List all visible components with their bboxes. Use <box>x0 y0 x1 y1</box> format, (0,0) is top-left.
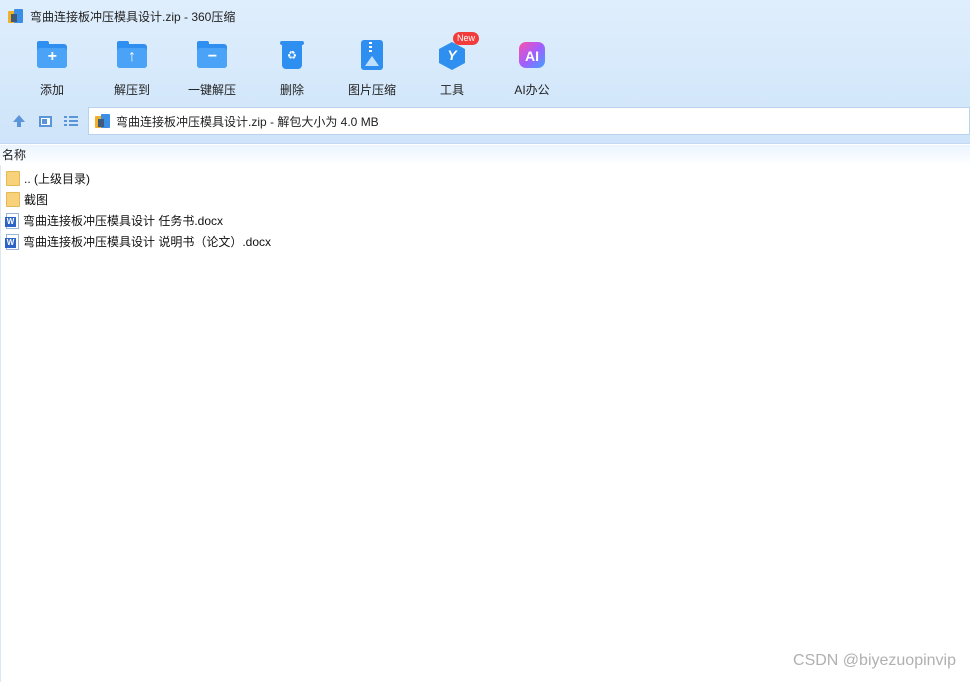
word-document-icon: W <box>5 233 19 250</box>
extract-to-button[interactable]: ↑ 解压到 <box>92 36 172 98</box>
item-name: .. (上级目录) <box>24 172 90 186</box>
list-item[interactable]: W 弯曲连接板冲压模具设计 任务书.docx <box>0 210 970 231</box>
one-click-extract-button[interactable]: − 一键解压 <box>172 36 252 98</box>
list-item[interactable]: W 弯曲连接板冲压模具设计 说明书（论文）.docx <box>0 231 970 252</box>
watermark: CSDN @biyezuopinvip <box>793 652 956 669</box>
delete-button-label: 删除 <box>279 83 304 97</box>
delete-button[interactable]: ♻ 删除 <box>252 36 332 98</box>
toolbar: + 添加 ↑ 解压到 − 一键解压 ♻ 删除 图片压缩 Y New 工具 AI … <box>12 32 572 98</box>
item-name: 截图 <box>24 193 49 207</box>
folder-icon <box>6 192 20 207</box>
column-header-name[interactable]: 名称 <box>0 145 970 165</box>
recycle-bin-icon: ♻ <box>275 38 309 71</box>
extract-to-button-label: 解压到 <box>113 83 150 97</box>
item-name: 弯曲连接板冲压模具设计 说明书（论文）.docx <box>23 235 272 249</box>
folder-icon <box>6 171 20 186</box>
ai-office-button[interactable]: AI AI办公 <box>492 36 572 98</box>
tools-button-label: 工具 <box>439 83 464 97</box>
one-click-extract-icon: − <box>195 38 229 71</box>
image-compress-button-label: 图片压缩 <box>347 83 396 97</box>
one-click-extract-button-label: 一键解压 <box>187 83 236 97</box>
tools-icon: Y New <box>435 32 480 71</box>
add-button-label: 添加 <box>39 83 64 97</box>
up-arrow-icon <box>13 114 25 127</box>
new-badge: New <box>453 32 480 45</box>
window-title: 弯曲连接板冲压模具设计.zip - 360压缩 <box>30 9 236 24</box>
list-item[interactable]: 截图 <box>0 189 970 210</box>
list-view-button[interactable] <box>58 108 84 134</box>
word-document-icon: W <box>5 212 19 229</box>
list-view-icon <box>64 115 78 127</box>
list-item[interactable]: .. (上级目录) <box>0 168 970 189</box>
image-compress-icon <box>355 38 389 71</box>
zip-archive-icon <box>95 113 111 129</box>
file-list: .. (上级目录) 截图 W 弯曲连接板冲压模具设计 任务书.docx W 弯曲… <box>0 168 970 252</box>
extract-to-icon: ↑ <box>115 38 149 71</box>
thumbnail-view-icon <box>38 115 52 127</box>
ai-office-icon: AI <box>515 38 549 71</box>
zip-archive-icon <box>8 8 24 24</box>
add-folder-icon: + <box>35 38 69 71</box>
address-text: 弯曲连接板冲压模具设计.zip - 解包大小为 4.0 MB <box>116 114 379 129</box>
title-bar: 弯曲连接板冲压模具设计.zip - 360压缩 <box>0 0 970 32</box>
tools-button[interactable]: Y New 工具 <box>412 32 492 98</box>
image-compress-button[interactable]: 图片压缩 <box>332 36 412 98</box>
ai-glyph: AI <box>525 48 539 64</box>
item-name: 弯曲连接板冲压模具设计 任务书.docx <box>23 214 224 228</box>
ai-office-button-label: AI办公 <box>514 83 550 97</box>
up-level-button[interactable] <box>6 108 32 134</box>
address-bar[interactable]: 弯曲连接板冲压模具设计.zip - 解包大小为 4.0 MB <box>88 107 970 135</box>
add-button[interactable]: + 添加 <box>12 36 92 98</box>
top-panel: 弯曲连接板冲压模具设计.zip - 360压缩 + 添加 ↑ 解压到 − 一键解… <box>0 0 970 144</box>
navigation-row: 弯曲连接板冲压模具设计.zip - 解包大小为 4.0 MB <box>0 106 970 136</box>
thumbnail-view-button[interactable] <box>32 108 58 134</box>
